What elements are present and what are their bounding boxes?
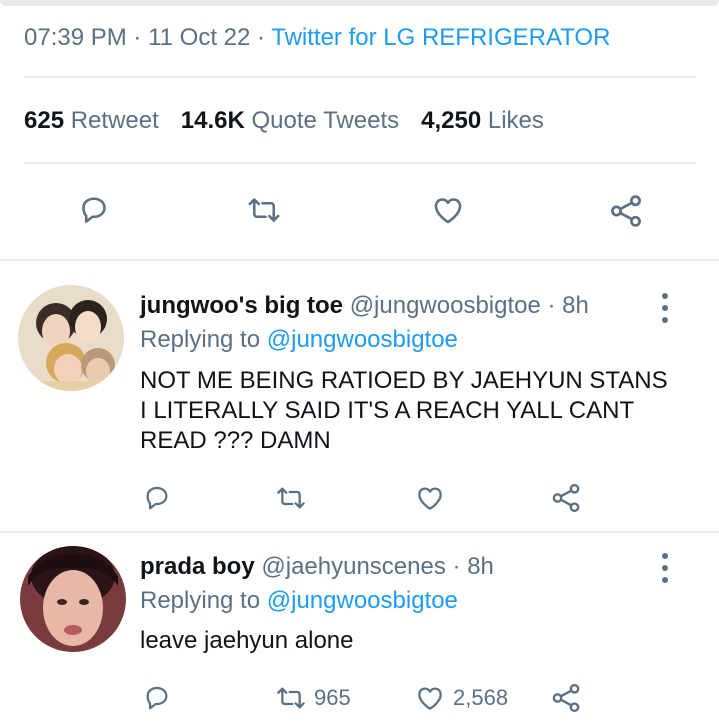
- avatar[interactable]: [18, 285, 124, 391]
- avatar[interactable]: [20, 546, 126, 652]
- reply-age: 8h: [562, 292, 589, 319]
- share-button[interactable]: [607, 192, 645, 230]
- like-count: 4,250: [421, 107, 482, 134]
- retweet-count: 625: [24, 107, 65, 134]
- reply-header: prada boy @jaehyunscenes · 8h: [140, 553, 494, 580]
- display-name[interactable]: prada boy: [140, 553, 255, 580]
- share-icon: [552, 483, 580, 513]
- reply-text-line: READ ??? DAMN: [140, 427, 331, 454]
- reply-button[interactable]: [141, 682, 173, 714]
- tweet-date: 11 Oct 22: [148, 24, 251, 51]
- previous-media-edge: [0, 0, 719, 6]
- retweet-button[interactable]: [274, 482, 308, 514]
- tweet-stats: 625 Retweet 14.6K Quote Tweets 4,250 Likes: [24, 107, 544, 135]
- retweet-icon: [277, 687, 305, 709]
- divider: [24, 76, 696, 78]
- tweet-time: 07:39 PM: [24, 24, 127, 51]
- tweet-source-link[interactable]: Twitter for LG REFRIGERATOR: [271, 24, 610, 51]
- like-button[interactable]: [429, 192, 467, 228]
- replying-label: Replying to: [140, 326, 261, 353]
- like-button[interactable]: 2,568: [413, 682, 508, 714]
- reply-text-line: I LITERALLY SAID IT'S A REACH YALL CANT: [140, 397, 635, 424]
- like-count: 2,568: [453, 685, 509, 710]
- divider: [24, 162, 696, 164]
- reply-text-line: leave jaehyun alone: [140, 627, 354, 654]
- display-name[interactable]: jungwoo's big toe: [140, 292, 343, 319]
- divider: [0, 259, 719, 261]
- retweet-label: Retweet: [70, 107, 159, 134]
- user-handle[interactable]: @jungwoosbigtoe: [350, 292, 541, 319]
- reply-age: 8h: [467, 553, 494, 580]
- like-icon: [418, 687, 442, 710]
- reply-button[interactable]: [141, 482, 173, 514]
- like-label: Likes: [487, 107, 544, 134]
- retweet-icon: [277, 487, 305, 509]
- share-icon: [552, 683, 580, 713]
- replying-label: Replying to: [140, 587, 261, 614]
- replying-to-link[interactable]: @jungwoosbigtoe: [267, 587, 458, 614]
- retweet-count: 965: [314, 685, 351, 710]
- more-options-icon[interactable]: [659, 293, 671, 323]
- quote-label: Quote Tweets: [251, 107, 400, 134]
- share-button[interactable]: [549, 681, 583, 715]
- quote-count: 14.6K: [180, 107, 245, 134]
- like-button[interactable]: [413, 482, 447, 514]
- tweet-timestamp: 07:39 PM · 11 Oct 22 · Twitter for LG RE…: [24, 24, 611, 51]
- share-icon: [611, 195, 641, 227]
- retweet-button[interactable]: 965: [274, 682, 351, 714]
- like-icon: [434, 198, 462, 224]
- reply-icon: [146, 686, 168, 710]
- replying-to: Replying to @jungwoosbigtoe: [140, 587, 458, 615]
- reply-text-line: NOT ME BEING RATIOED BY JAEHYUN STANS: [140, 367, 668, 394]
- replying-to-link[interactable]: @jungwoosbigtoe: [267, 326, 458, 353]
- replying-to: Replying to @jungwoosbigtoe: [140, 326, 458, 354]
- like-stat[interactable]: 4,250 Likes: [421, 107, 544, 134]
- share-button[interactable]: [549, 481, 583, 515]
- divider: [0, 531, 719, 533]
- retweet-icon: [248, 198, 280, 222]
- user-handle[interactable]: @jaehyunscenes: [261, 553, 445, 580]
- like-icon: [418, 487, 442, 510]
- retweet-stat[interactable]: 625 Retweet: [24, 107, 159, 134]
- reply-text: leave jaehyun alone: [140, 626, 354, 656]
- reply-text: NOT ME BEING RATIOED BY JAEHYUN STANS I …: [140, 366, 668, 456]
- reply-icon: [146, 486, 168, 510]
- reply-button[interactable]: [76, 192, 112, 228]
- quote-stat[interactable]: 14.6K Quote Tweets: [181, 107, 399, 134]
- reply-header: jungwoo's big toe @jungwoosbigtoe · 8h: [140, 292, 589, 319]
- reply-icon: [82, 197, 106, 223]
- more-options-icon[interactable]: [659, 553, 671, 583]
- retweet-button[interactable]: [245, 192, 283, 228]
